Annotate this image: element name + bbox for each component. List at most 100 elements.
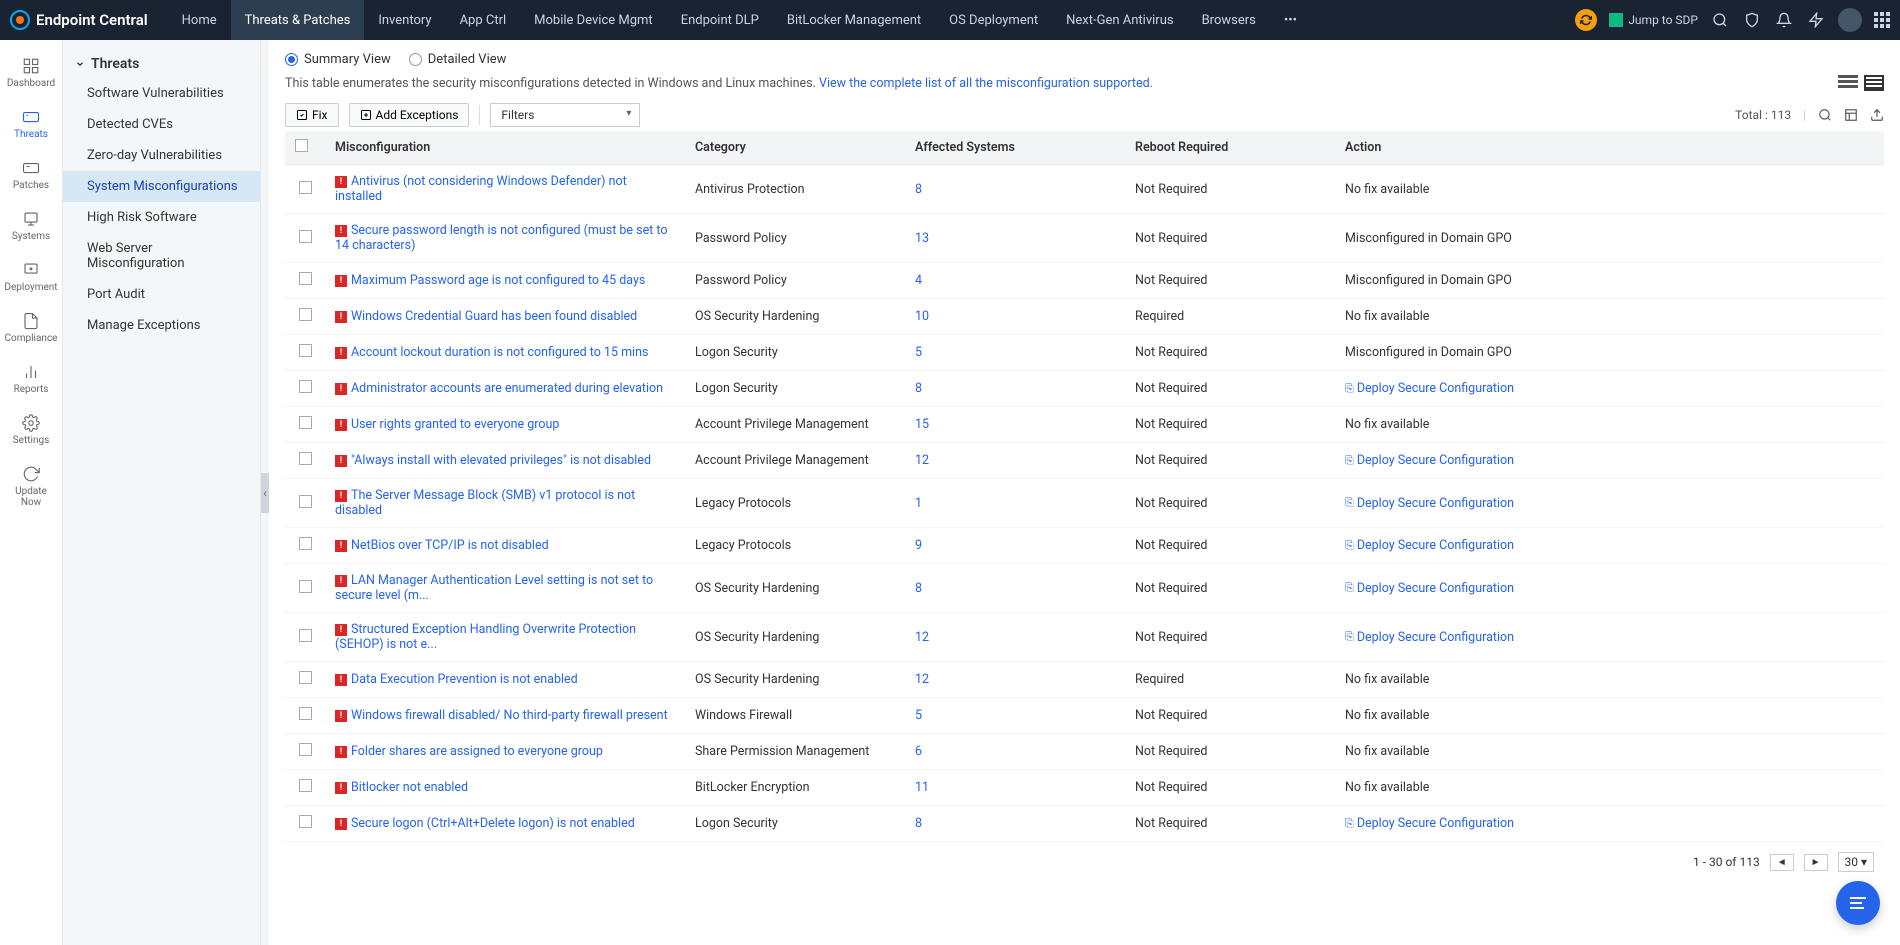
misconfiguration-link[interactable]: Account lockout duration is not configur… — [351, 345, 648, 360]
search-icon[interactable] — [1710, 10, 1730, 30]
fix-button[interactable]: Fix — [285, 103, 339, 127]
misconfiguration-link[interactable]: Folder shares are assigned to everyone g… — [351, 744, 603, 759]
row-checkbox[interactable] — [299, 272, 312, 285]
header-checkbox[interactable] — [285, 131, 325, 165]
detailed-view-radio[interactable]: Detailed View — [409, 52, 507, 67]
misconfiguration-link[interactable]: Windows firewall disabled/ No third-part… — [351, 708, 668, 723]
refresh-button[interactable] — [1575, 9, 1597, 31]
chat-fab[interactable] — [1836, 881, 1880, 925]
search-table-icon[interactable] — [1818, 108, 1832, 122]
columns-icon[interactable] — [1844, 108, 1858, 122]
misconfiguration-link[interactable]: The Server Message Block (SMB) v1 protoc… — [335, 488, 635, 518]
leftnav-item[interactable]: Patches — [0, 150, 62, 201]
sidenav-item[interactable]: Port Audit — [63, 279, 260, 310]
topnav-item[interactable]: Home — [168, 0, 231, 40]
filters-dropdown[interactable]: Filters — [490, 103, 640, 127]
sidenav-item[interactable]: Software Vulnerabilities — [63, 78, 260, 109]
affected-systems-link[interactable]: 10 — [915, 309, 929, 324]
affected-systems-link[interactable]: 13 — [915, 231, 929, 246]
affected-systems-link[interactable]: 11 — [915, 780, 929, 795]
affected-systems-link[interactable]: 5 — [915, 708, 922, 723]
bolt-icon[interactable] — [1806, 10, 1826, 30]
row-checkbox[interactable] — [299, 344, 312, 357]
page-size-select[interactable]: 30 ▾ — [1838, 852, 1875, 872]
description-link[interactable]: View the complete list of all the miscon… — [819, 76, 1153, 91]
row-checkbox[interactable] — [299, 308, 312, 321]
sidenav-item[interactable]: Web Server Misconfiguration — [63, 233, 260, 279]
user-avatar[interactable] — [1838, 8, 1862, 32]
row-checkbox[interactable] — [299, 815, 312, 828]
misconfiguration-link[interactable]: Bitlocker not enabled — [351, 780, 468, 795]
leftnav-item[interactable]: Systems — [0, 201, 62, 252]
misconfiguration-link[interactable]: NetBios over TCP/IP is not disabled — [351, 538, 549, 553]
header-reboot[interactable]: Reboot Required — [1125, 131, 1335, 165]
row-checkbox[interactable] — [299, 779, 312, 792]
deploy-link[interactable]: ⎘Deploy Secure Configuration — [1345, 381, 1514, 396]
affected-systems-link[interactable]: 6 — [915, 744, 922, 759]
row-checkbox[interactable] — [299, 537, 312, 550]
row-checkbox[interactable] — [299, 580, 312, 593]
summary-view-radio[interactable]: Summary View — [285, 52, 391, 67]
topnav-item[interactable]: Inventory — [364, 0, 445, 40]
row-checkbox[interactable] — [299, 380, 312, 393]
leftnav-item[interactable]: Dashboard — [0, 48, 62, 99]
list-view-icon[interactable] — [1864, 75, 1884, 91]
topnav-more[interactable]: ••• — [1270, 13, 1311, 28]
leftnav-item[interactable]: Settings — [0, 405, 62, 456]
affected-systems-link[interactable]: 12 — [915, 453, 929, 468]
deploy-link[interactable]: ⎘Deploy Secure Configuration — [1345, 496, 1514, 511]
misconfiguration-link[interactable]: Structured Exception Handling Overwrite … — [335, 622, 636, 652]
row-checkbox[interactable] — [299, 452, 312, 465]
row-checkbox[interactable] — [299, 230, 312, 243]
collapse-handle[interactable] — [261, 40, 269, 945]
affected-systems-link[interactable]: 1 — [915, 496, 922, 511]
topnav-item[interactable]: Threats & Patches — [231, 0, 365, 40]
affected-systems-link[interactable]: 8 — [915, 182, 922, 197]
affected-systems-link[interactable]: 5 — [915, 345, 922, 360]
leftnav-item[interactable]: Threats — [0, 99, 62, 150]
topnav-item[interactable]: App Ctrl — [446, 0, 521, 40]
affected-systems-link[interactable]: 8 — [915, 816, 922, 831]
misconfiguration-link[interactable]: Secure logon (Ctrl+Alt+Delete logon) is … — [351, 816, 635, 831]
row-checkbox[interactable] — [299, 495, 312, 508]
misconfiguration-link[interactable]: Administrator accounts are enumerated du… — [351, 381, 663, 396]
header-action[interactable]: Action — [1335, 131, 1884, 165]
jump-to-sdp[interactable]: Jump to SDP — [1609, 13, 1698, 27]
apps-grid-icon[interactable] — [1874, 12, 1890, 28]
brand[interactable]: Endpoint Central — [10, 10, 168, 30]
topnav-item[interactable]: BitLocker Management — [773, 0, 935, 40]
misconfiguration-link[interactable]: LAN Manager Authentication Level setting… — [335, 573, 653, 603]
affected-systems-link[interactable]: 9 — [915, 538, 922, 553]
affected-systems-link[interactable]: 12 — [915, 630, 929, 645]
header-misconfiguration[interactable]: Misconfiguration — [325, 131, 685, 165]
deploy-link[interactable]: ⎘Deploy Secure Configuration — [1345, 538, 1514, 553]
row-checkbox[interactable] — [299, 181, 312, 194]
affected-systems-link[interactable]: 8 — [915, 581, 922, 596]
sidenav-header[interactable]: Threats — [63, 50, 260, 78]
grid-view-icon[interactable] — [1838, 75, 1858, 91]
misconfiguration-link[interactable]: Data Execution Prevention is not enabled — [351, 672, 578, 687]
misconfiguration-link[interactable]: Antivirus (not considering Windows Defen… — [335, 174, 627, 204]
sidenav-item[interactable]: Manage Exceptions — [63, 310, 260, 341]
affected-systems-link[interactable]: 12 — [915, 672, 929, 687]
misconfiguration-link[interactable]: "Always install with elevated privileges… — [351, 453, 651, 468]
sidenav-item[interactable]: System Misconfigurations — [63, 171, 260, 202]
affected-systems-link[interactable]: 4 — [915, 273, 922, 288]
topnav-item[interactable]: Next-Gen Antivirus — [1052, 0, 1187, 40]
row-checkbox[interactable] — [299, 416, 312, 429]
misconfiguration-link[interactable]: Secure password length is not configured… — [335, 223, 668, 253]
row-checkbox[interactable] — [299, 629, 312, 642]
affected-systems-link[interactable]: 15 — [915, 417, 929, 432]
add-exceptions-button[interactable]: Add Exceptions — [349, 103, 470, 127]
leftnav-item[interactable]: Update Now — [0, 456, 62, 518]
deploy-link[interactable]: ⎘Deploy Secure Configuration — [1345, 816, 1514, 831]
row-checkbox[interactable] — [299, 707, 312, 720]
topnav-item[interactable]: Mobile Device Mgmt — [520, 0, 667, 40]
deploy-link[interactable]: ⎘Deploy Secure Configuration — [1345, 630, 1514, 645]
row-checkbox[interactable] — [299, 743, 312, 756]
deploy-link[interactable]: ⎘Deploy Secure Configuration — [1345, 453, 1514, 468]
row-checkbox[interactable] — [299, 671, 312, 684]
leftnav-item[interactable]: Compliance — [0, 303, 62, 354]
header-category[interactable]: Category — [685, 131, 905, 165]
deploy-link[interactable]: ⎘Deploy Secure Configuration — [1345, 581, 1514, 596]
